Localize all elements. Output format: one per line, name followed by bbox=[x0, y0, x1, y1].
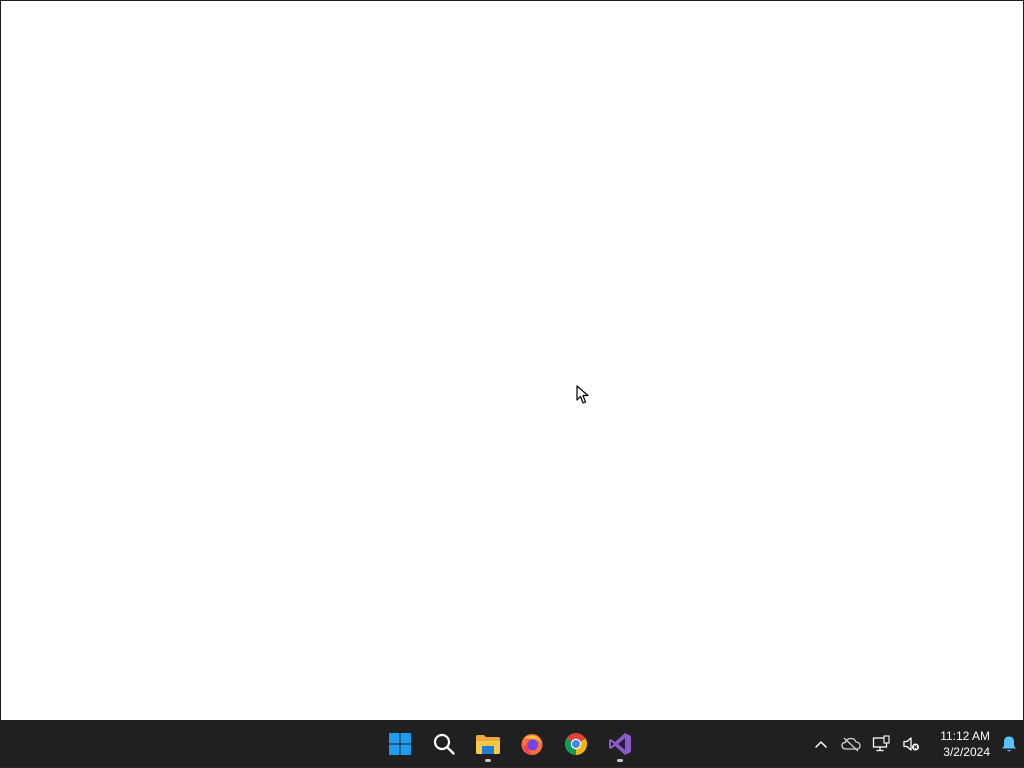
bell-icon bbox=[1002, 736, 1016, 752]
clock-date: 3/2/2024 bbox=[943, 745, 990, 759]
folder-icon bbox=[476, 735, 500, 754]
network-button[interactable] bbox=[866, 724, 896, 764]
volume-button[interactable] bbox=[896, 724, 926, 764]
taskbar-pinned-apps bbox=[380, 724, 640, 764]
firefox-icon bbox=[521, 734, 543, 755]
windows-logo-icon bbox=[389, 733, 411, 755]
network-icon bbox=[872, 735, 890, 752]
chevron-up-icon bbox=[815, 741, 827, 748]
clock-time: 11:12 AM bbox=[940, 729, 990, 743]
onedrive-button[interactable] bbox=[836, 724, 866, 764]
show-hidden-icons-button[interactable] bbox=[806, 724, 836, 764]
system-tray: 11:12 AM 3/2/2024 bbox=[806, 720, 1024, 768]
clock-button[interactable]: 11:12 AM 3/2/2024 bbox=[926, 724, 994, 764]
visual-studio-icon bbox=[609, 733, 631, 755]
running-indicator bbox=[485, 759, 491, 762]
chrome-icon bbox=[565, 733, 587, 755]
cloud-offline-icon bbox=[841, 737, 861, 752]
chrome-button[interactable] bbox=[556, 724, 596, 764]
blank-window[interactable] bbox=[0, 0, 1024, 720]
firefox-button[interactable] bbox=[512, 724, 552, 764]
notification-center-button[interactable] bbox=[994, 724, 1024, 764]
speaker-muted-icon bbox=[903, 737, 919, 751]
file-explorer-button[interactable] bbox=[468, 724, 508, 764]
running-indicator bbox=[617, 759, 623, 762]
start-button[interactable] bbox=[380, 724, 420, 764]
visual-studio-button[interactable] bbox=[600, 724, 640, 764]
taskbar: 11:12 AM 3/2/2024 bbox=[0, 720, 1024, 768]
desktop-screen: 11:12 AM 3/2/2024 bbox=[0, 0, 1024, 768]
search-button[interactable] bbox=[424, 724, 464, 764]
search-icon bbox=[433, 733, 455, 755]
